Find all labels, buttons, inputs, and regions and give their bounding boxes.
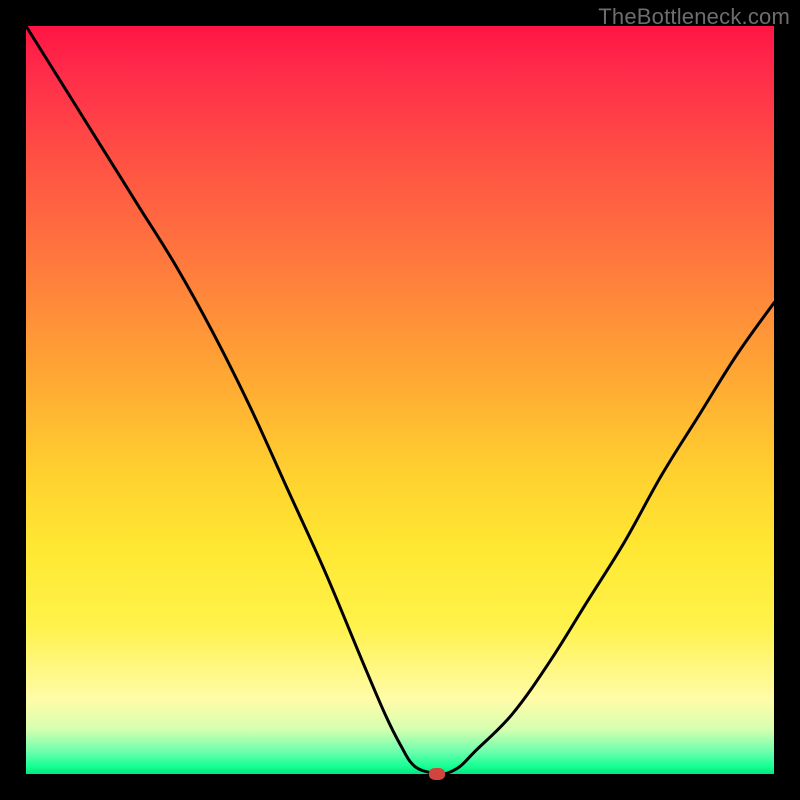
chart-plot-area <box>26 26 774 774</box>
curve-minimum-marker <box>429 768 445 780</box>
chart-frame: TheBottleneck.com <box>0 0 800 800</box>
bottleneck-curve <box>26 26 774 774</box>
